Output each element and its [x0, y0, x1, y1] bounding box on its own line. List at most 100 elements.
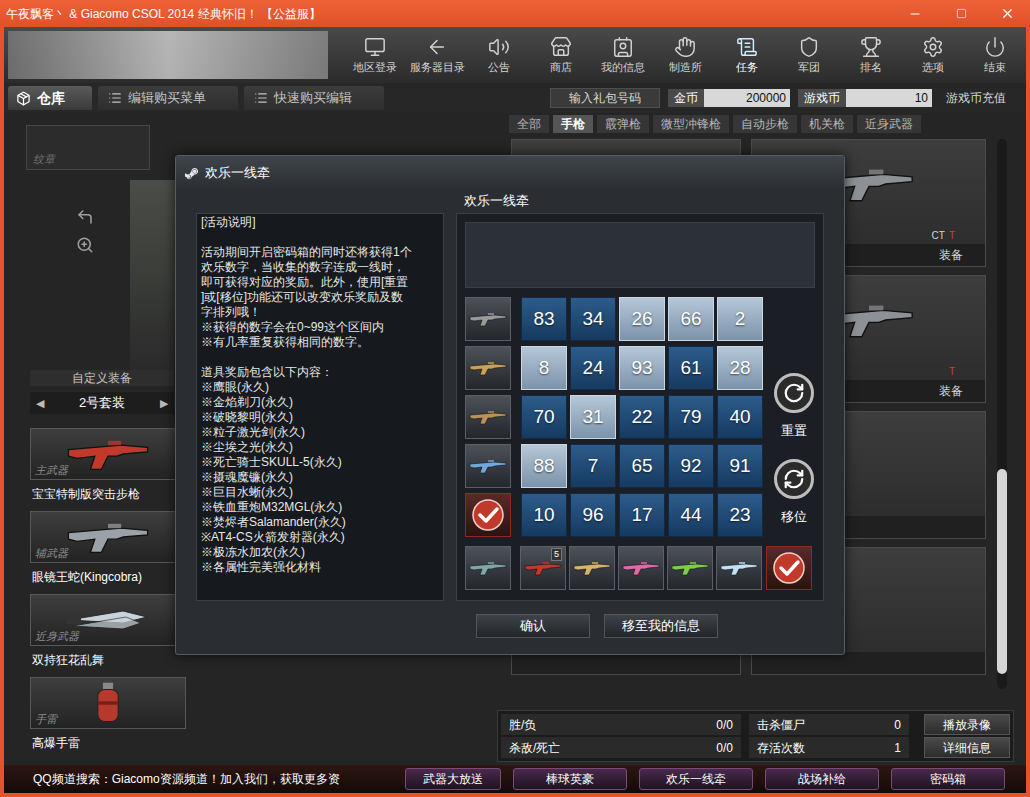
category-tab[interactable]: 霰弹枪 [597, 115, 649, 133]
nav-item[interactable]: 任务 [716, 36, 778, 74]
number-cell[interactable]: 44 [668, 493, 714, 537]
number-cell[interactable]: 93 [619, 346, 665, 390]
scrollbar[interactable] [997, 139, 1007, 689]
category-tab[interactable]: 近身武器 [857, 115, 921, 133]
stats-button[interactable]: 播放录像 [924, 714, 1010, 735]
shuffle-icon [783, 468, 805, 490]
number-cell[interactable]: 24 [570, 346, 616, 390]
storage-tab[interactable]: 快速购买编辑 [244, 86, 384, 110]
category-tab[interactable]: 机关枪 [801, 115, 853, 133]
nav-item[interactable]: 结束 [964, 36, 1026, 74]
equipment-slot[interactable]: 主武器宝宝特制版突击步枪 [4, 428, 200, 511]
number-cell[interactable]: 65 [619, 444, 665, 488]
reward-tile[interactable] [465, 346, 511, 390]
equipment-slot[interactable]: 手雷高爆手雷 [4, 677, 200, 760]
nav-item[interactable]: 选项 [902, 36, 964, 74]
number-cell[interactable]: 10 [521, 493, 567, 537]
reward-tile[interactable] [716, 546, 762, 590]
reward-tile[interactable] [465, 297, 511, 341]
event-button[interactable]: 战场补给 [765, 768, 879, 790]
number-cell[interactable]: 88 [521, 444, 567, 488]
category-tab[interactable]: 微型冲锋枪 [653, 115, 729, 133]
speaker-icon [488, 36, 510, 58]
category-tab[interactable]: 自动步枪 [733, 115, 797, 133]
stat-cell: 杀敌/死亡0/0 [501, 737, 741, 758]
equipment-slot[interactable]: 辅武器眼镜王蛇(Kingcobra) [4, 511, 200, 594]
reward-tile[interactable] [465, 444, 511, 488]
number-cell[interactable]: 96 [570, 493, 616, 537]
number-cell[interactable]: 70 [521, 395, 567, 439]
event-button[interactable]: 武器大放送 [405, 768, 501, 790]
nav-item[interactable]: 排名 [840, 36, 902, 74]
event-button[interactable]: 棒球英豪 [513, 768, 627, 790]
gun-icon [468, 308, 508, 330]
action-button[interactable]: 重置 [774, 373, 814, 441]
reward-tile[interactable]: 5 [520, 546, 566, 590]
number-cell[interactable]: 2 [717, 297, 763, 341]
reward-tile[interactable] [766, 546, 812, 590]
category-tab[interactable]: 手枪 [553, 115, 593, 133]
maximize-button[interactable] [938, 0, 984, 27]
nav-item[interactable]: 商店 [530, 36, 592, 74]
slot-weapon-name: 眼镜王蛇(Kingcobra) [4, 563, 200, 594]
number-cell[interactable]: 7 [570, 444, 616, 488]
dialog-title: 欢乐一线牵 [205, 163, 270, 183]
rotate-back-icon[interactable] [76, 208, 94, 226]
number-cell[interactable]: 26 [619, 297, 665, 341]
next-set-button[interactable]: ▶ [160, 395, 168, 412]
slot-weapon-name: 高爆手雷 [4, 729, 200, 760]
scrollbar-thumb[interactable] [997, 469, 1007, 674]
app-window: 午夜飘客丶 & Giacomo CSOL 2014 经典怀旧！ 【公益服】地区登… [0, 0, 1030, 797]
stat-cell: 存活次数1 [749, 737, 909, 758]
number-cell[interactable]: 79 [668, 395, 714, 439]
emblem-box[interactable]: 纹章 [26, 125, 150, 170]
event-button[interactable]: 密码箱 [891, 768, 1005, 790]
prev-set-button[interactable]: ◀ [36, 395, 44, 412]
close-button[interactable] [984, 0, 1030, 27]
zoom-icon[interactable] [76, 236, 94, 254]
action-button[interactable]: 移位 [774, 459, 814, 527]
reward-tile[interactable] [618, 546, 664, 590]
dialog-button[interactable]: 移至我的信息 [604, 614, 718, 638]
reward-tile[interactable] [569, 546, 615, 590]
nav-item[interactable]: 地区登录 [344, 36, 406, 74]
dialog-button[interactable]: 确认 [476, 614, 590, 638]
reward-tile[interactable] [465, 493, 511, 537]
number-cell[interactable]: 83 [521, 297, 567, 341]
number-cell[interactable]: 31 [570, 395, 616, 439]
number-cell[interactable]: 91 [717, 444, 763, 488]
recharge-button[interactable]: 游戏币充值 [940, 89, 1012, 107]
number-cell[interactable]: 23 [717, 493, 763, 537]
number-cell[interactable]: 61 [668, 346, 714, 390]
title-bar: 午夜飘客丶 & Giacomo CSOL 2014 经典怀旧！ 【公益服】 [0, 0, 1030, 27]
storage-tab[interactable]: 编辑购买菜单 [98, 86, 238, 110]
number-cell[interactable]: 92 [668, 444, 714, 488]
reward-tile[interactable] [667, 546, 713, 590]
number-cell[interactable]: 22 [619, 395, 665, 439]
gift-code-button[interactable]: 输入礼包号码 [550, 88, 660, 108]
nav-item[interactable]: 我的信息 [592, 36, 654, 74]
number-cell[interactable]: 34 [570, 297, 616, 341]
storage-tab[interactable]: 仓库 [8, 86, 92, 110]
nav-item[interactable]: 军团 [778, 36, 840, 74]
number-cell[interactable]: 66 [668, 297, 714, 341]
reward-tile[interactable] [465, 546, 511, 590]
minimize-button[interactable] [892, 0, 938, 27]
nav-item[interactable]: 公告 [468, 36, 530, 74]
number-cell[interactable]: 17 [619, 493, 665, 537]
reward-tile[interactable] [465, 395, 511, 439]
loadout-title: 自定义装备 [30, 370, 174, 386]
number-cell[interactable]: 28 [717, 346, 763, 390]
nav-item[interactable]: 服务器目录 [406, 36, 468, 74]
gun-icon [670, 557, 710, 579]
equipment-slot[interactable]: 近身武器双持狂花乱舞 [4, 594, 200, 677]
check-icon [471, 498, 505, 532]
number-cell[interactable]: 8 [521, 346, 567, 390]
event-button[interactable]: 欢乐一线牵 [639, 768, 753, 790]
nav-item[interactable]: 制造所 [654, 36, 716, 74]
stats-button[interactable]: 详细信息 [924, 737, 1010, 758]
stat-cell: 击杀僵尸0 [749, 714, 909, 735]
power-icon [984, 36, 1006, 58]
number-cell[interactable]: 40 [717, 395, 763, 439]
category-tab[interactable]: 全部 [509, 115, 549, 133]
